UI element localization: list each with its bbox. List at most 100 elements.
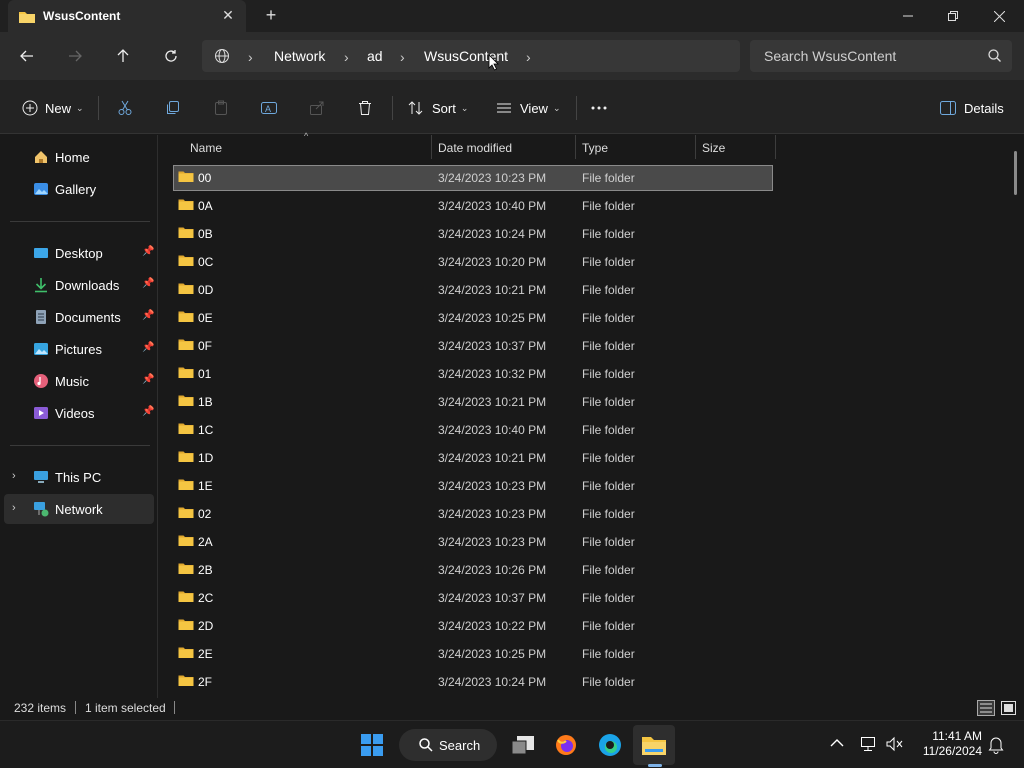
column-header-type[interactable]: Type [582, 135, 608, 161]
table-row[interactable]: 0D 3/24/2023 10:21 PM File folder [174, 278, 772, 302]
table-row[interactable]: 0C 3/24/2023 10:20 PM File folder [174, 250, 772, 274]
up-arrow-icon [117, 49, 129, 62]
view-button[interactable]: View ⌄ [494, 97, 561, 119]
search-icon [988, 49, 1001, 65]
sidebar-item-desktop[interactable]: Desktop 📌 [4, 238, 154, 268]
column-divider[interactable] [695, 135, 696, 159]
address-bar[interactable]: › Network › ad › WsusContent › [202, 40, 740, 72]
close-tab-icon[interactable]: ✕ [220, 7, 236, 23]
sidebar-item-music[interactable]: Music 📌 [4, 366, 154, 396]
cell-name: 00 [198, 171, 212, 185]
chevron-down-icon: ⌄ [460, 102, 469, 113]
table-row[interactable]: 2A 3/24/2023 10:23 PM File folder [174, 530, 772, 554]
new-tab-icon[interactable]: + [262, 6, 280, 24]
details-view-icon[interactable] [977, 700, 995, 719]
forward-button[interactable] [63, 44, 87, 68]
chevron-right-icon[interactable]: › [12, 502, 16, 514]
table-row[interactable]: 2B 3/24/2023 10:26 PM File folder [174, 558, 772, 582]
sort-button[interactable]: Sort ⌄ [406, 97, 468, 119]
cell-type: File folder [582, 227, 635, 241]
sidebar-item-downloads[interactable]: Downloads 📌 [4, 270, 154, 300]
delete-button[interactable] [355, 97, 375, 119]
cut-button[interactable] [115, 97, 135, 119]
close-window-button[interactable] [976, 0, 1022, 32]
view-list-icon [494, 98, 514, 118]
sidebar-item-pictures[interactable]: Pictures 📌 [4, 334, 154, 364]
firefox-button[interactable] [546, 725, 586, 765]
table-row[interactable]: 1C 3/24/2023 10:40 PM File folder [174, 418, 772, 442]
cell-type: File folder [582, 171, 635, 185]
chevron-up-icon[interactable] [830, 737, 844, 751]
tab-title: WsusContent [43, 9, 121, 23]
chevron-right-icon[interactable]: › [248, 49, 253, 65]
details-button[interactable]: Details [938, 97, 1004, 119]
column-divider[interactable] [775, 135, 776, 159]
task-view-button[interactable] [503, 725, 543, 765]
paste-button[interactable] [211, 97, 231, 119]
volume-muted-icon[interactable] [886, 736, 904, 755]
search-input[interactable]: Search WsusContent [750, 40, 1012, 72]
sidebar-item-this-pc[interactable]: › This PC [4, 462, 154, 492]
taskbar-search[interactable]: Search [399, 729, 497, 761]
table-row[interactable]: 2F 3/24/2023 10:24 PM File folder [174, 670, 772, 694]
table-row[interactable]: 0F 3/24/2023 10:37 PM File folder [174, 334, 772, 358]
copy-button[interactable] [163, 97, 183, 119]
tab-wsuscontent[interactable]: WsusContent ✕ [8, 0, 246, 32]
share-button[interactable] [307, 97, 327, 119]
cell-date: 3/24/2023 10:26 PM [438, 563, 547, 577]
column-divider[interactable] [431, 135, 432, 159]
cell-name: 1B [198, 395, 213, 409]
table-row[interactable]: 1B 3/24/2023 10:21 PM File folder [174, 390, 772, 414]
file-explorer-button[interactable] [633, 725, 675, 765]
sidebar-item-videos[interactable]: Videos 📌 [4, 398, 154, 428]
refresh-button[interactable] [159, 44, 183, 68]
chevron-right-icon[interactable]: › [344, 49, 349, 65]
edge-button[interactable] [590, 725, 630, 765]
folder-icon [178, 226, 194, 242]
start-button[interactable] [352, 725, 392, 765]
minimize-button[interactable] [885, 0, 931, 32]
column-header-name[interactable]: Name [190, 135, 222, 161]
table-row[interactable]: 0A 3/24/2023 10:40 PM File folder [174, 194, 772, 218]
network-status-icon[interactable] [860, 736, 878, 755]
notification-bell-icon[interactable] [988, 736, 1004, 757]
mouse-cursor-icon [488, 54, 499, 74]
restore-button[interactable] [930, 0, 976, 32]
tiles-view-icon[interactable] [1000, 700, 1017, 719]
back-button[interactable] [15, 44, 39, 68]
clock[interactable]: 11:41 AM 11/26/2024 [910, 729, 982, 759]
table-row[interactable]: 0E 3/24/2023 10:25 PM File folder [174, 306, 772, 330]
rename-button[interactable]: A [259, 97, 279, 119]
breadcrumb-ad[interactable]: ad [367, 48, 383, 64]
sidebar-item-gallery[interactable]: Gallery [4, 174, 154, 204]
chevron-right-icon[interactable]: › [12, 470, 16, 482]
chevron-right-icon[interactable]: › [526, 49, 531, 65]
table-row[interactable]: 00 3/24/2023 10:23 PM File folder [173, 165, 773, 191]
column-divider[interactable] [575, 135, 576, 159]
sidebar-item-network[interactable]: › Network [4, 494, 154, 524]
sidebar-item-label: Network [55, 502, 103, 517]
table-row[interactable]: 2C 3/24/2023 10:37 PM File folder [174, 586, 772, 610]
chevron-down-icon: ⌄ [76, 102, 84, 113]
column-header-size[interactable]: Size [702, 135, 725, 161]
breadcrumb-network[interactable]: Network [274, 48, 325, 64]
sidebar-item-documents[interactable]: Documents 📌 [4, 302, 154, 332]
more-options-button[interactable] [589, 97, 609, 119]
table-row[interactable]: 01 3/24/2023 10:32 PM File folder [174, 362, 772, 386]
table-row[interactable]: 0B 3/24/2023 10:24 PM File folder [174, 222, 772, 246]
table-row[interactable]: 1D 3/24/2023 10:21 PM File folder [174, 446, 772, 470]
scrollbar-thumb[interactable] [1014, 151, 1017, 195]
table-row[interactable]: 02 3/24/2023 10:23 PM File folder [174, 502, 772, 526]
cell-name: 2D [198, 619, 214, 633]
table-row[interactable]: 1E 3/24/2023 10:23 PM File folder [174, 474, 772, 498]
sidebar-item-label: Desktop [55, 246, 103, 261]
table-row[interactable]: 2E 3/24/2023 10:25 PM File folder [174, 642, 772, 666]
table-row[interactable]: 2D 3/24/2023 10:22 PM File folder [174, 614, 772, 638]
gallery-icon [33, 181, 49, 197]
desktop-icon [33, 245, 49, 261]
up-button[interactable] [111, 44, 135, 68]
new-button[interactable]: New ⌄ [20, 97, 84, 119]
column-header-date[interactable]: Date modified [438, 135, 512, 161]
chevron-right-icon[interactable]: › [400, 49, 405, 65]
sidebar-item-home[interactable]: Home [4, 142, 154, 172]
